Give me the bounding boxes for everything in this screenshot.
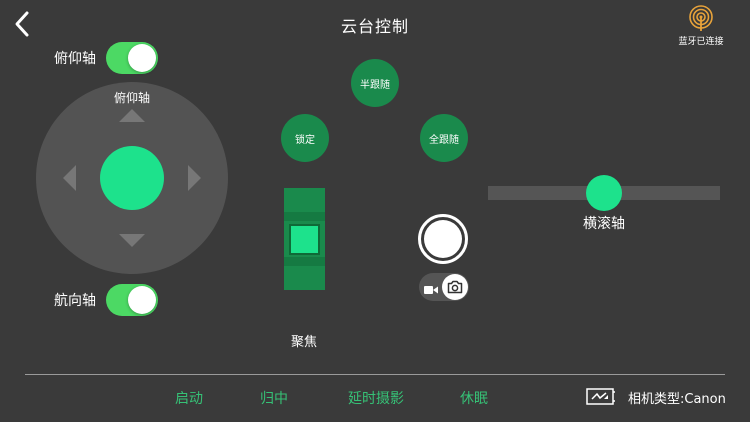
video-camera-icon <box>424 281 438 300</box>
joystick-caption: 俯仰轴 <box>113 91 150 105</box>
yaw-axis-switch-knob <box>128 286 156 314</box>
yaw-axis-switch[interactable] <box>106 284 158 316</box>
bluetooth-signal-icon <box>689 5 713 31</box>
recenter-button[interactable]: 归中 <box>260 388 288 408</box>
joystick-left-arrow-icon[interactable] <box>63 165 76 191</box>
bottom-divider <box>25 374 725 375</box>
bluetooth-status[interactable]: 蓝牙已连接 <box>666 3 736 47</box>
joystick-down-arrow-icon[interactable] <box>119 234 145 247</box>
yaw-axis-toggle-row: 航向轴 <box>54 284 158 316</box>
roll-axis-label: 横滚轴 <box>583 216 625 232</box>
start-button[interactable]: 启动 <box>175 388 203 408</box>
full-follow-button[interactable]: 全跟随 <box>420 114 468 162</box>
camera-type-label: 相机类型:Canon <box>628 392 726 407</box>
page-title: 云台控制 <box>340 17 409 36</box>
focus-label: 聚焦 <box>290 335 317 350</box>
roll-axis-slider-thumb[interactable] <box>586 175 622 211</box>
focus-slider[interactable] <box>284 188 325 290</box>
timelapse-button[interactable]: 延时摄影 <box>348 388 404 408</box>
joystick-right-arrow-icon[interactable] <box>188 165 201 191</box>
half-follow-button[interactable]: 半跟随 <box>351 59 399 107</box>
pitch-axis-switch-knob <box>128 44 156 72</box>
bluetooth-status-label: 蓝牙已连接 <box>678 37 724 47</box>
roll-axis-slider[interactable] <box>488 175 720 211</box>
shutter-button-inner <box>424 220 462 258</box>
sleep-button[interactable]: 休眠 <box>460 388 488 408</box>
pitch-axis-switch[interactable] <box>106 42 158 74</box>
pitch-axis-toggle-label: 俯仰轴 <box>54 51 96 67</box>
yaw-axis-toggle-label: 航向轴 <box>54 293 96 309</box>
photo-camera-icon <box>447 280 463 294</box>
joystick-up-arrow-icon[interactable] <box>119 109 145 122</box>
focus-slider-thumb[interactable] <box>289 224 320 255</box>
pitch-axis-toggle-row: 俯仰轴 <box>54 42 158 74</box>
photo-mode-knob <box>442 274 468 300</box>
shutter-button[interactable] <box>418 214 468 264</box>
joystick-knob[interactable] <box>100 146 164 210</box>
capture-mode-switch[interactable] <box>419 273 469 301</box>
focus-slider-band <box>284 257 325 266</box>
lock-mode-button[interactable]: 锁定 <box>281 114 329 162</box>
gimbal-joystick[interactable] <box>36 82 228 274</box>
camera-trigger-icon[interactable] <box>586 388 616 410</box>
focus-slider-band <box>284 212 325 221</box>
